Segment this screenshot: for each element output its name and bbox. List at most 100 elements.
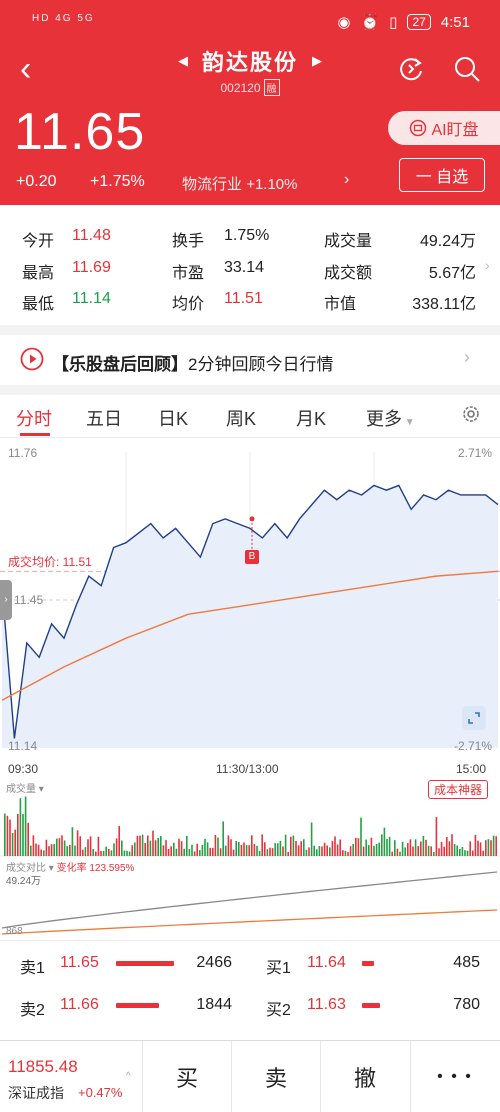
intraday-chart-svg (0, 452, 500, 748)
volume-bar (53, 844, 55, 856)
next-stock-icon[interactable]: ▶ (312, 53, 322, 69)
cost-tool-button[interactable]: 成本神器 (428, 780, 489, 799)
volume-bar (201, 844, 204, 856)
tab-more[interactable]: 更多 ▼ (366, 405, 415, 431)
volume-bar (154, 840, 157, 856)
price-point (224, 518, 226, 520)
tab-weekly-k[interactable]: 周K (226, 405, 256, 431)
price-point (51, 623, 53, 625)
volume-bar (300, 841, 302, 856)
volume-bar (136, 835, 139, 856)
volume-bar (162, 845, 165, 856)
volume-bar (459, 849, 461, 856)
volume-bar (492, 835, 495, 856)
volume-bar (453, 844, 456, 856)
bid-price[interactable]: 11.64 (307, 954, 346, 972)
price-point (162, 537, 164, 539)
volume-bar (482, 850, 484, 856)
refresh-icon[interactable] (396, 54, 426, 84)
volume-bar (310, 822, 313, 856)
sell-button[interactable]: 卖 (231, 1041, 320, 1112)
volume-bar (84, 847, 87, 856)
bid-volume-bar (362, 1003, 381, 1008)
buy-marker[interactable]: B (245, 550, 259, 564)
bid-qty: 485 (453, 954, 480, 971)
volume-bar (443, 846, 445, 856)
volume-bar (121, 840, 123, 856)
chart-side-handle[interactable]: › (0, 580, 12, 620)
review-subtitle: 2分钟回顾今日行情 (188, 355, 334, 374)
ask-price[interactable]: 11.65 (60, 954, 99, 972)
add-watchlist-button[interactable]: 一 自选 (399, 158, 485, 192)
price-point (423, 494, 425, 496)
volume-chart[interactable]: 成交量 ▾ 成本神器 (0, 778, 500, 858)
price-point (249, 527, 251, 529)
volume-bar (144, 843, 146, 856)
price-point (323, 489, 325, 491)
volume-bar (261, 834, 263, 856)
order-book: 卖1 11.65 2466 卖2 11.66 1844 买1 11.64 485… (0, 940, 500, 1041)
volume-bar (79, 836, 81, 856)
volume-bar (191, 844, 193, 856)
status-bar: HD 4G 5G ◉ ⏰ ▯ 27 4:51 (0, 0, 500, 44)
volume-bar (225, 845, 227, 856)
margin-badge: 融 (263, 79, 280, 96)
volume-label[interactable]: 成交量 ▾ (6, 780, 44, 795)
volume-bar (368, 845, 370, 856)
quote-stats: 今开 11.48 最高 11.69 最低 11.14 换手 1.75% 市盈 3… (0, 215, 500, 325)
stat-value: 11.69 (72, 259, 111, 276)
ask-qty: 2466 (196, 954, 232, 971)
stat-value: 49.24万 (419, 233, 476, 250)
volume-bar (399, 851, 401, 856)
price-point (373, 484, 375, 486)
cancel-order-button[interactable]: 撤 (320, 1041, 409, 1112)
volume-bar (461, 847, 464, 856)
volume-bar (370, 837, 373, 856)
volume-bar (56, 838, 58, 856)
tab-five-day[interactable]: 五日 (86, 405, 122, 431)
industry-pct: +1.10% (246, 176, 298, 193)
tab-daily-k[interactable]: 日K (158, 405, 188, 431)
ask-qty: 1844 (196, 996, 232, 1013)
chevron-right-icon[interactable]: › (344, 171, 349, 189)
volume-bar (435, 817, 438, 856)
time-start-label: 09:30 (8, 762, 39, 776)
intraday-chart[interactable] (0, 438, 500, 778)
volume-bar (204, 838, 206, 856)
pct-axis-bottom-label: -2.71% (453, 739, 492, 753)
market-review-banner[interactable]: 【乐股盘后回顾】2分钟回顾今日行情 › (0, 335, 500, 385)
volume-bar (173, 842, 175, 856)
chevron-right-icon: › (464, 347, 470, 367)
more-menu-button[interactable]: • • • (410, 1041, 499, 1112)
prev-stock-icon[interactable]: ◀ (178, 53, 188, 69)
volume-bar (147, 835, 149, 856)
volume-bar (313, 845, 315, 856)
ai-watch-button[interactable]: AI盯盘 (388, 111, 500, 145)
price-point (137, 532, 139, 534)
search-icon[interactable] (452, 54, 482, 84)
chevron-right-icon[interactable]: › (485, 257, 490, 273)
back-arrow-icon[interactable]: ‹ (20, 52, 31, 86)
gear-icon[interactable] (460, 403, 482, 425)
volume-bar (209, 847, 211, 856)
buy-button[interactable]: 买 (142, 1041, 231, 1112)
volume-bar (373, 845, 375, 856)
ask-price[interactable]: 11.66 (60, 996, 99, 1014)
tab-intraday[interactable]: 分时 (16, 405, 52, 431)
fullscreen-icon[interactable] (462, 706, 486, 730)
industry-link[interactable]: 物流行业 +1.10% (182, 173, 297, 194)
volume-bar (456, 845, 458, 856)
volume-bar (412, 846, 414, 856)
volume-bar (422, 835, 425, 856)
tab-monthly-k[interactable]: 月K (296, 405, 326, 431)
price-point (75, 604, 77, 606)
volume-bar (243, 842, 245, 856)
volume-bar (490, 840, 492, 856)
volume-bar (487, 839, 490, 856)
play-icon (20, 347, 44, 371)
stat-label: 市盈 (172, 265, 205, 282)
volume-compare-chart[interactable]: 成交对比 ▾ 变化率 123.595% 49.24万 868 (0, 858, 500, 940)
volume-bar (357, 838, 360, 856)
volume-bar (115, 838, 118, 856)
bid-price[interactable]: 11.63 (307, 996, 346, 1014)
